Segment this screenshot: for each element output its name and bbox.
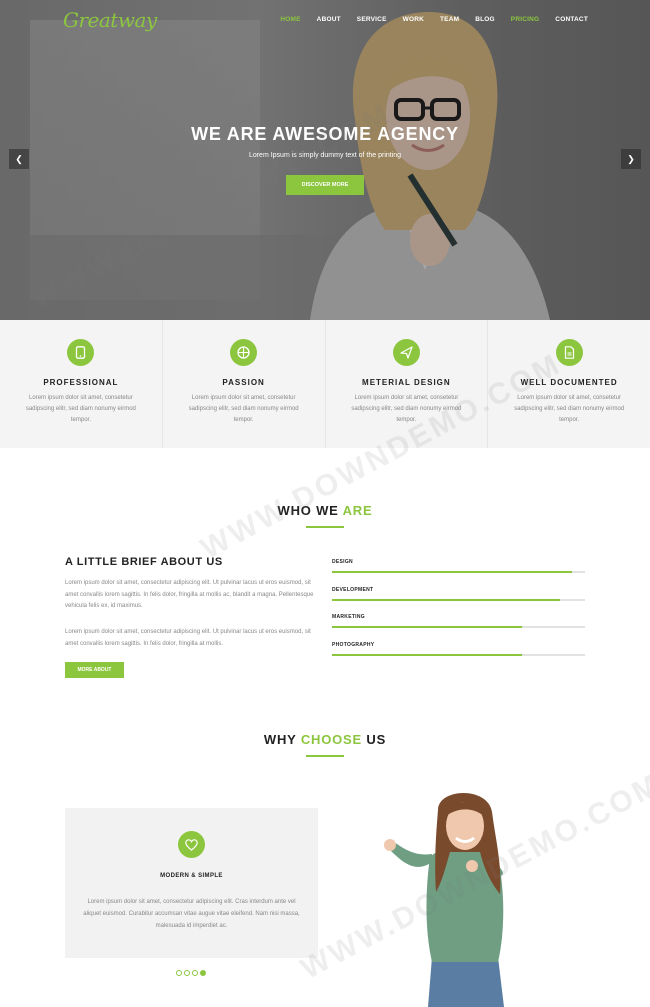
- nav-home[interactable]: HOME: [280, 16, 300, 23]
- feature-text: Lorem ipsum dolor sit amet, consetetur s…: [514, 395, 625, 423]
- skill-fill: [332, 626, 522, 628]
- slider-prev-button[interactable]: ❮: [9, 149, 29, 169]
- skill-fill: [332, 571, 573, 573]
- section-divider: [306, 755, 344, 757]
- skill-label: PHOTOGRAPHY: [332, 642, 375, 648]
- feature-title: METERIAL DESIGN: [362, 378, 451, 387]
- slider-dot[interactable]: [176, 970, 182, 976]
- hero-overlay: [0, 0, 650, 320]
- main-nav: HOME ABOUT SERVICE WORK TEAM BLOG PRICIN…: [264, 16, 588, 23]
- slider-dot[interactable]: [184, 970, 190, 976]
- brief-paragraph: Lorem ipsum dolor sit amet, consectetur …: [65, 629, 311, 647]
- feature-card: WELL DOCUMENTED Lorem ipsum dolor sit am…: [488, 320, 650, 448]
- globe-icon: [230, 339, 258, 366]
- title-part: US: [361, 732, 387, 747]
- skill-fill: [332, 654, 522, 656]
- document-icon: [555, 339, 583, 366]
- nav-work[interactable]: WORK: [403, 16, 424, 23]
- nav-service[interactable]: SERVICE: [357, 16, 387, 23]
- more-about-button[interactable]: MORE ABOUT: [65, 662, 124, 678]
- feature-text: Lorem ipsum dolor sit amet, consetetur s…: [351, 395, 462, 423]
- why-card-title: MODERN & SIMPLE: [160, 873, 223, 879]
- title-part: WHO WE: [277, 503, 343, 518]
- why-card-text: Lorem ipsum dolor sit amet, consectetur …: [83, 899, 300, 929]
- skill-track: [332, 654, 585, 656]
- brief-paragraph: Lorem ipsum dolor sit amet, consectetur …: [65, 580, 314, 609]
- hero-slider: Greatway HOME ABOUT SERVICE WORK TEAM BL…: [0, 0, 650, 320]
- skill-track: [332, 571, 585, 573]
- hero-subtitle: Lorem Ipsum is simply dummy text of the …: [248, 152, 402, 159]
- brief-title: A LITTLE BRIEF ABOUT US: [65, 556, 223, 568]
- nav-about[interactable]: ABOUT: [317, 16, 341, 23]
- feature-text: Lorem ipsum dolor sit amet, consetetur s…: [188, 395, 299, 423]
- feature-text: Lorem ipsum dolor sit amet, consetetur s…: [25, 395, 136, 423]
- skill-label: DEVELOPMENT: [332, 587, 374, 593]
- skill-bar: PHOTOGRAPHY: [332, 642, 585, 656]
- features-section: PROFESSIONAL Lorem ipsum dolor sit amet,…: [0, 320, 650, 448]
- feature-title: WELL DOCUMENTED: [520, 378, 618, 387]
- pointing-woman-image: [384, 793, 504, 1007]
- hero-title: WE ARE AWESOME AGENCY: [191, 124, 459, 144]
- slider-dot[interactable]: [192, 970, 198, 976]
- heart-icon: [178, 831, 205, 858]
- feature-card: PASSION Lorem ipsum dolor sit amet, cons…: [163, 320, 326, 448]
- why-card: MODERN & SIMPLE Lorem ipsum dolor sit am…: [65, 808, 318, 958]
- phone-icon: [67, 339, 95, 366]
- nav-pricing[interactable]: PRICING: [511, 16, 540, 23]
- feature-title: PASSION: [222, 378, 265, 387]
- skill-fill: [332, 599, 560, 601]
- nav-contact[interactable]: CONTACT: [555, 16, 588, 23]
- slider-next-button[interactable]: ❯: [621, 149, 641, 169]
- feature-card: PROFESSIONAL Lorem ipsum dolor sit amet,…: [0, 320, 163, 448]
- skill-bar: DEVELOPMENT: [332, 587, 585, 601]
- slider-dot-active[interactable]: [200, 970, 206, 976]
- who-we-are-title: WHO WE ARE: [0, 503, 650, 518]
- why-choose-us-title: WHY CHOOSE US: [0, 732, 650, 747]
- skill-track: [332, 599, 585, 601]
- section-divider: [306, 526, 344, 528]
- discover-more-button[interactable]: DISCOVER MORE: [286, 175, 364, 195]
- slider-pagination: [176, 970, 206, 976]
- chevron-right-icon: ❯: [627, 153, 635, 164]
- paper-plane-icon: [392, 339, 420, 366]
- site-logo[interactable]: Greatway: [63, 8, 157, 32]
- title-part: WHY: [263, 732, 301, 747]
- skill-label: MARKETING: [332, 614, 365, 620]
- feature-title: PROFESSIONAL: [43, 378, 119, 387]
- skill-bar: DESIGN: [332, 559, 585, 573]
- skill-bar: MARKETING: [332, 614, 585, 628]
- title-accent: CHOOSE: [300, 732, 362, 747]
- nav-team[interactable]: TEAM: [440, 16, 459, 23]
- skill-label: DESIGN: [332, 559, 353, 565]
- feature-card: METERIAL DESIGN Lorem ipsum dolor sit am…: [326, 320, 489, 448]
- chevron-left-icon: ❮: [15, 153, 23, 164]
- title-accent: ARE: [342, 503, 373, 518]
- nav-blog[interactable]: BLOG: [475, 16, 495, 23]
- skill-track: [332, 626, 585, 628]
